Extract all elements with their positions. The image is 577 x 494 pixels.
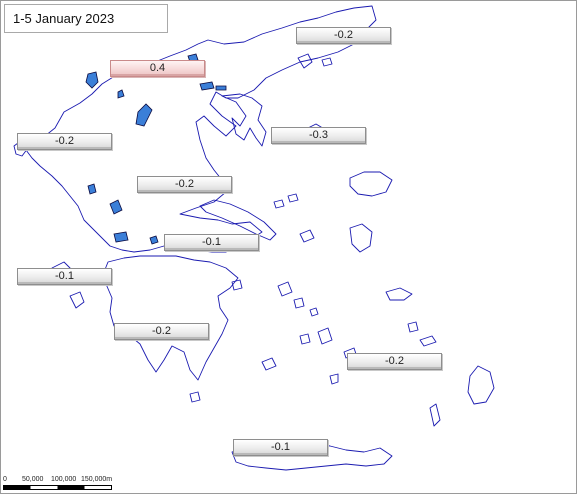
chios-coastline bbox=[349, 223, 373, 253]
scale-bar: 0 50,000 100,000 150,000m bbox=[3, 476, 123, 493]
sporades-skopelos bbox=[287, 193, 299, 203]
aegina-coastline bbox=[231, 279, 243, 291]
lake-yliki bbox=[149, 235, 159, 245]
lake-koroneia bbox=[199, 81, 215, 91]
scale-tick-100000: 100,000 bbox=[51, 476, 77, 483]
cyclades-milos bbox=[261, 357, 277, 371]
dodecanese-karpathos bbox=[429, 403, 441, 427]
lake-trichonida bbox=[113, 231, 129, 243]
value-label-ionian-islands: -0.1 bbox=[17, 268, 112, 285]
lake-pamvotida bbox=[87, 183, 97, 195]
dodecanese-kos bbox=[419, 335, 437, 347]
cyclades-tinos bbox=[293, 297, 305, 309]
samothraki-coastline bbox=[321, 57, 333, 67]
cyclades-santorini bbox=[329, 373, 339, 385]
peloponnese-coastline bbox=[103, 255, 239, 381]
value-label-thrace-east: -0.2 bbox=[296, 27, 391, 44]
dodecanese-kalymnos bbox=[407, 321, 419, 333]
kythira-coastline bbox=[189, 391, 201, 403]
date-range-box: 1-5 January 2023 bbox=[4, 4, 168, 33]
value-label-central-greece: -0.1 bbox=[164, 234, 259, 251]
value-label-macedonia-west: 0.4 bbox=[110, 60, 205, 77]
samos-coastline bbox=[385, 287, 413, 301]
value-label-peloponnese: -0.2 bbox=[114, 323, 209, 340]
chalkidiki-coastline bbox=[221, 93, 267, 147]
cyclades-naxos bbox=[317, 327, 333, 345]
greece-coastline-map bbox=[13, 5, 495, 471]
lake-volvi bbox=[215, 85, 227, 91]
zakynthos-coastline bbox=[69, 291, 85, 309]
lake-vegoritida bbox=[135, 103, 153, 127]
cyclades-andros bbox=[277, 281, 293, 297]
lesvos-coastline bbox=[349, 171, 393, 197]
scale-tick-150000: 150,000m bbox=[81, 476, 113, 483]
sporades-skiathos bbox=[273, 199, 285, 209]
scale-tick-0: 0 bbox=[3, 476, 7, 483]
scale-bar-graphic bbox=[3, 485, 112, 490]
skyros-coastline bbox=[299, 229, 315, 243]
date-range-text: 1-5 January 2023 bbox=[13, 11, 115, 26]
value-label-crete: -0.1 bbox=[233, 439, 328, 456]
value-label-epirus: -0.2 bbox=[17, 133, 112, 150]
value-label-aegean-islands: -0.2 bbox=[347, 353, 442, 370]
value-label-macedonia-central: -0.3 bbox=[271, 127, 366, 144]
cyclades-mykonos bbox=[309, 307, 319, 317]
cyclades-paros bbox=[299, 333, 311, 345]
scale-tick-50000: 50,000 bbox=[22, 476, 44, 483]
lake-kastoria bbox=[117, 89, 125, 99]
lake-prespa bbox=[85, 71, 99, 89]
rhodes-coastline bbox=[467, 365, 495, 405]
value-label-thessaly: -0.2 bbox=[137, 176, 232, 193]
lake-kremasta bbox=[109, 199, 123, 215]
